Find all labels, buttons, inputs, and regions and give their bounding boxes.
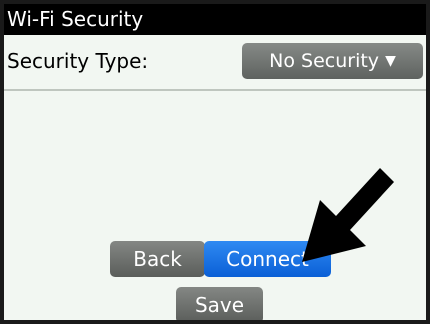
security-type-label: Security Type: bbox=[7, 49, 149, 73]
caret-down-icon: ▼ bbox=[385, 53, 396, 69]
wifi-security-screen: Wi-Fi Security Security Type: No Securit… bbox=[4, 4, 426, 320]
security-type-dropdown[interactable]: No Security ▼ bbox=[242, 43, 423, 79]
back-button[interactable]: Back bbox=[110, 241, 205, 277]
security-type-value: No Security bbox=[269, 50, 380, 72]
page-title: Wi-Fi Security bbox=[4, 4, 426, 35]
arrow-pointer-icon bbox=[302, 168, 394, 262]
security-type-row: Security Type: No Security ▼ bbox=[4, 35, 426, 91]
save-button[interactable]: Save bbox=[176, 287, 263, 320]
